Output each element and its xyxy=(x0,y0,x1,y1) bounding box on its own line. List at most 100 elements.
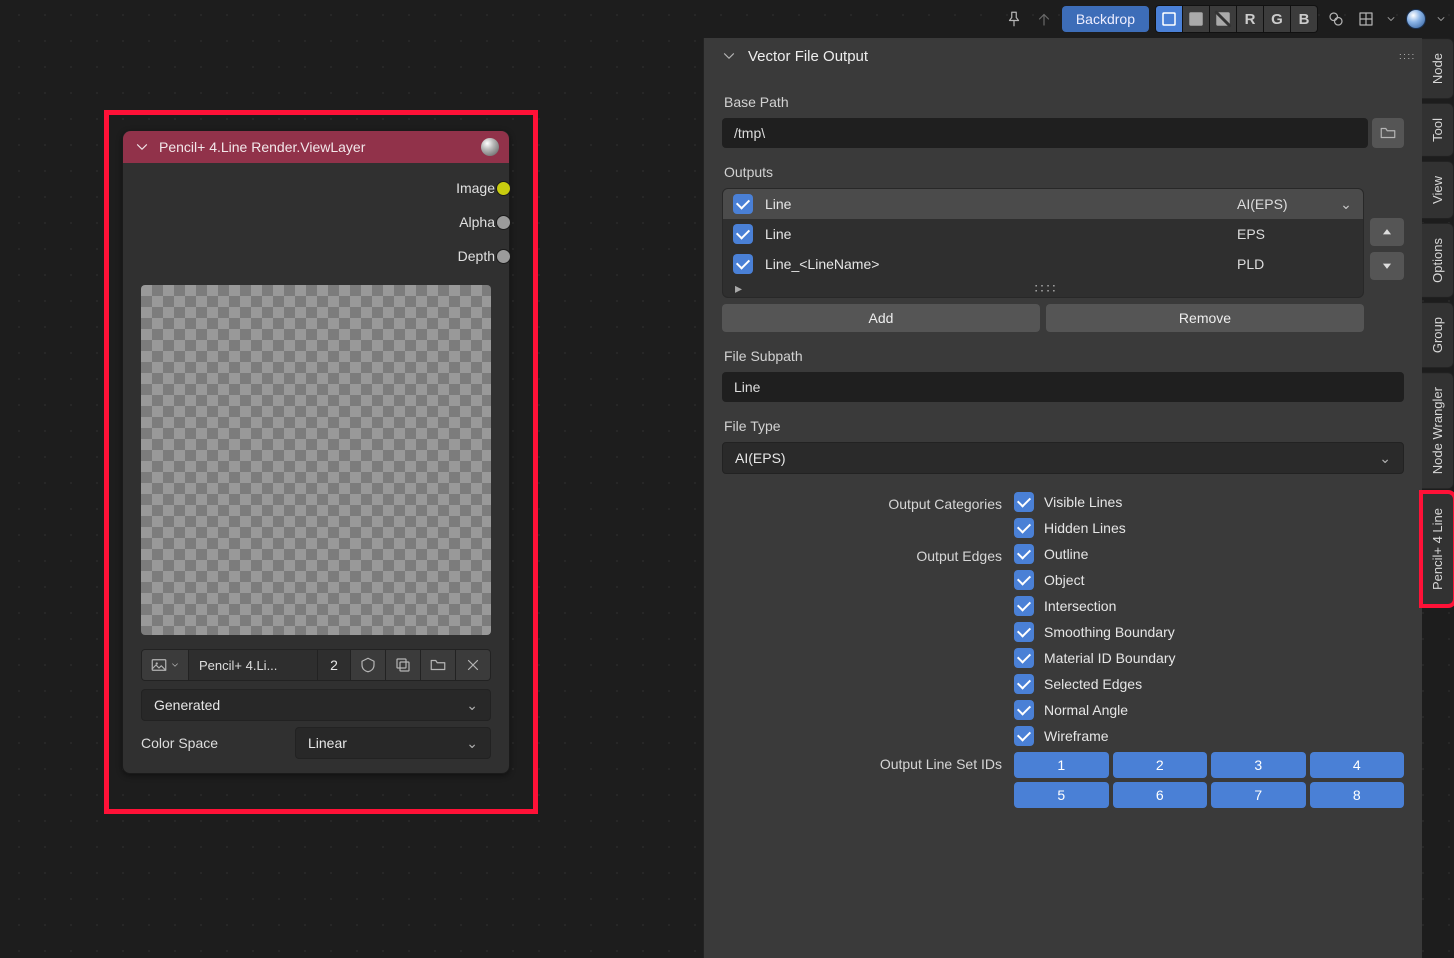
output-edge-item: Selected Edges xyxy=(1014,674,1404,694)
list-expand-row[interactable]: ▸∷∷ xyxy=(723,279,1363,297)
output-label: Depth xyxy=(458,248,495,264)
output-list-row[interactable]: LineAI(EPS)⌄ xyxy=(723,189,1363,219)
output-edge-item: Smoothing Boundary xyxy=(1014,622,1404,642)
output-edge-checkbox[interactable] xyxy=(1014,648,1034,668)
display-options-icon[interactable] xyxy=(1324,7,1348,31)
side-tab[interactable]: Node Wrangler xyxy=(1422,372,1454,489)
channel-alpha[interactable] xyxy=(1210,5,1237,33)
move-up-button[interactable] xyxy=(1370,218,1404,246)
output-edge-item: Normal Angle xyxy=(1014,700,1404,720)
output-edge-checkbox[interactable] xyxy=(1014,726,1034,746)
output-edge-checkbox[interactable] xyxy=(1014,700,1034,720)
node-header[interactable]: Pencil+ 4.Line Render.ViewLayer xyxy=(123,131,509,163)
outputs-list: LineAI(EPS)⌄LineEPSLine_<LineName>PLD▸∷∷ xyxy=(722,188,1364,298)
output-type-chevron-icon[interactable]: ⌄ xyxy=(1339,196,1353,213)
output-edge-checkbox[interactable] xyxy=(1014,596,1034,616)
output-enabled-checkbox[interactable] xyxy=(733,254,753,274)
channel-green[interactable]: G xyxy=(1264,5,1291,33)
color-space-select[interactable]: Linear ⌄ xyxy=(295,727,491,759)
output-category-checkbox[interactable] xyxy=(1014,518,1034,538)
outputs-label: Outputs xyxy=(724,164,1404,180)
shading-ball-icon[interactable] xyxy=(1404,7,1428,31)
grip-dots-icon: ∷∷ xyxy=(742,280,1351,297)
lineset-id-button[interactable]: 7 xyxy=(1211,782,1306,808)
output-socket-icon[interactable] xyxy=(496,181,511,196)
move-down-button[interactable] xyxy=(1370,252,1404,280)
lineset-id-button[interactable]: 6 xyxy=(1113,782,1208,808)
backdrop-button[interactable]: Backdrop xyxy=(1062,6,1149,32)
unlink-icon[interactable] xyxy=(456,650,490,680)
output-alpha: Alpha xyxy=(129,205,503,239)
file-type-label: File Type xyxy=(724,418,1404,434)
color-space-row: Color Space Linear ⌄ xyxy=(141,727,491,759)
output-category-item: Visible Lines xyxy=(1014,492,1404,512)
output-edge-checkbox[interactable] xyxy=(1014,544,1034,564)
side-tab[interactable]: View xyxy=(1422,161,1454,219)
image-type-dropdown[interactable] xyxy=(142,650,189,680)
output-edge-checkbox[interactable] xyxy=(1014,570,1034,590)
output-list-row[interactable]: LineEPS xyxy=(723,219,1363,249)
output-category-checkbox[interactable] xyxy=(1014,492,1034,512)
output-type: PLD xyxy=(1237,256,1327,272)
output-categories-label: Output Categories xyxy=(722,492,1002,512)
pin-icon[interactable] xyxy=(1002,7,1026,31)
parent-node-icon[interactable] xyxy=(1032,7,1056,31)
lineset-id-button[interactable]: 5 xyxy=(1014,782,1109,808)
lineset-id-button[interactable]: 1 xyxy=(1014,752,1109,778)
output-edge-label: Intersection xyxy=(1044,598,1116,614)
side-tab[interactable]: Pencil+ 4 Line xyxy=(1422,493,1454,605)
snap-icon[interactable] xyxy=(1354,7,1378,31)
color-space-value: Linear xyxy=(308,735,347,751)
open-file-icon[interactable] xyxy=(421,650,456,680)
output-depth: Depth xyxy=(129,239,503,273)
file-subpath-field[interactable]: Line xyxy=(722,372,1404,402)
output-edge-item: Material ID Boundary xyxy=(1014,648,1404,668)
file-type-select[interactable]: AI(EPS) ⌄ xyxy=(722,442,1404,474)
output-enabled-checkbox[interactable] xyxy=(733,194,753,214)
side-tab[interactable]: Tool xyxy=(1422,103,1454,157)
channel-red[interactable]: R xyxy=(1237,5,1264,33)
output-category-item: Hidden Lines xyxy=(1014,518,1404,538)
output-edge-label: Smoothing Boundary xyxy=(1044,624,1175,640)
output-label: Alpha xyxy=(459,214,495,230)
image-source-select[interactable]: Generated ⌄ xyxy=(141,689,491,719)
output-edge-checkbox[interactable] xyxy=(1014,674,1034,694)
add-output-button[interactable]: Add xyxy=(722,304,1040,332)
render-node[interactable]: Pencil+ 4.Line Render.ViewLayer Image Al… xyxy=(122,130,510,774)
remove-output-button[interactable]: Remove xyxy=(1046,304,1364,332)
duplicate-icon[interactable] xyxy=(386,650,421,680)
output-image: Image xyxy=(129,171,503,205)
output-socket-icon[interactable] xyxy=(496,215,511,230)
lineset-id-button[interactable]: 2 xyxy=(1113,752,1208,778)
channel-color-combined[interactable] xyxy=(1155,5,1183,33)
panel-grip-icon[interactable]: ∷∷ xyxy=(1399,52,1416,63)
side-tab[interactable]: Node xyxy=(1422,38,1454,99)
fake-user-icon[interactable] xyxy=(351,650,386,680)
output-edge-label: Selected Edges xyxy=(1044,676,1142,692)
lineset-id-button[interactable]: 3 xyxy=(1211,752,1306,778)
image-users-count[interactable]: 2 xyxy=(318,650,351,680)
output-lineset-ids-label: Output Line Set IDs xyxy=(722,752,1002,772)
base-path-field[interactable]: /tmp\ xyxy=(722,118,1368,148)
output-socket-icon[interactable] xyxy=(496,249,511,264)
shading-chevron-down-icon[interactable] xyxy=(1434,7,1448,31)
output-edge-checkbox[interactable] xyxy=(1014,622,1034,642)
output-list-row[interactable]: Line_<LineName>PLD xyxy=(723,249,1363,279)
channel-color[interactable] xyxy=(1183,5,1210,33)
panel-header[interactable]: Vector File Output xyxy=(704,38,1422,74)
side-tab[interactable]: Group xyxy=(1422,302,1454,368)
color-space-label: Color Space xyxy=(141,735,285,751)
panel-title: Vector File Output xyxy=(748,48,868,65)
browse-folder-button[interactable] xyxy=(1372,118,1404,148)
snap-chevron-down-icon[interactable] xyxy=(1384,7,1398,31)
output-edges-label: Output Edges xyxy=(722,544,1002,564)
lineset-id-button[interactable]: 8 xyxy=(1310,782,1405,808)
output-name: Line xyxy=(765,226,1225,242)
output-enabled-checkbox[interactable] xyxy=(733,224,753,244)
side-tab[interactable]: Options xyxy=(1422,223,1454,298)
channel-blue[interactable]: B xyxy=(1291,5,1318,33)
image-name-field[interactable]: Pencil+ 4.Li... xyxy=(189,650,318,680)
node-outputs: Image Alpha Depth xyxy=(123,163,509,281)
file-subpath-label: File Subpath xyxy=(724,348,1404,364)
lineset-id-button[interactable]: 4 xyxy=(1310,752,1405,778)
